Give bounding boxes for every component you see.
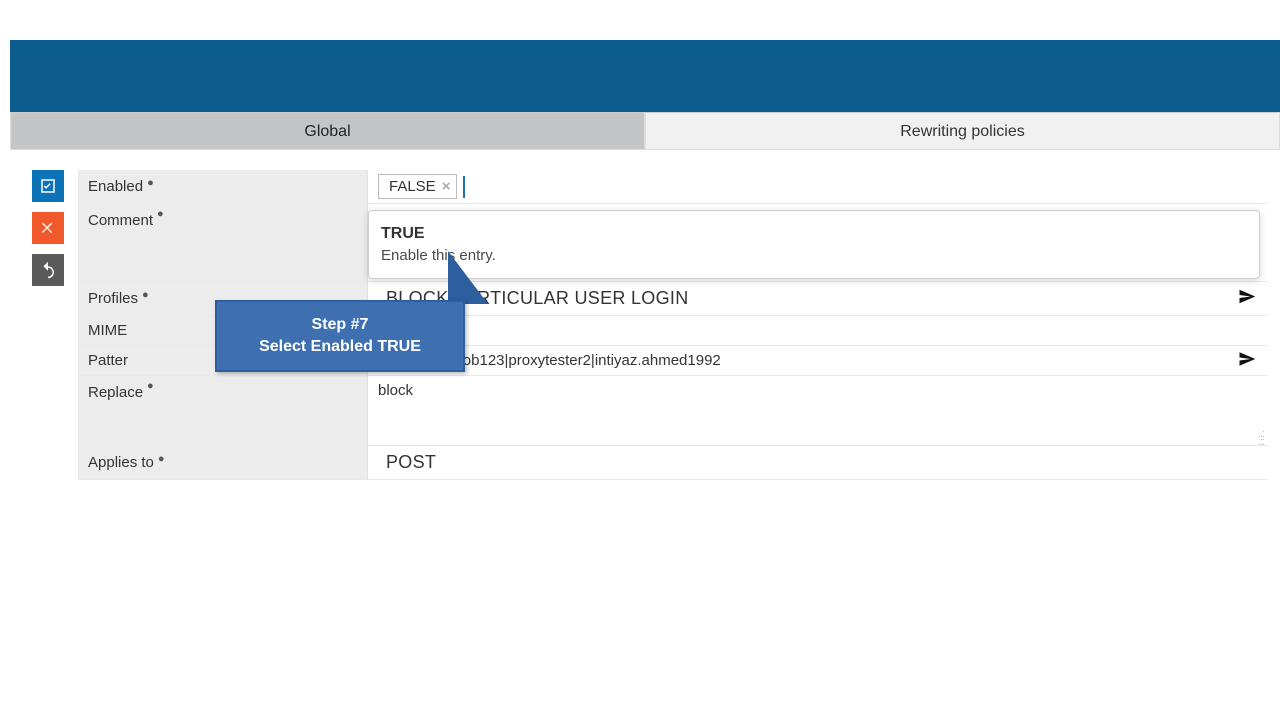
value-replace[interactable]: block ..:.:: bbox=[368, 376, 1268, 448]
row-enabled: Enabled● FALSE × TRUE Enable this entry. bbox=[78, 170, 1268, 204]
callout-arrow bbox=[450, 254, 488, 304]
row-applies-to: Applies to● POST bbox=[78, 446, 1268, 480]
label-comment: Comment● bbox=[78, 204, 368, 281]
token-false[interactable]: FALSE × bbox=[378, 174, 457, 199]
instruction-callout: Step #7 Select Enabled TRUE bbox=[215, 300, 465, 372]
value-profiles[interactable]: BLOCK PARTICULAR USER LOGIN bbox=[368, 282, 1268, 315]
send-icon[interactable] bbox=[1238, 287, 1256, 310]
value-enabled: FALSE × TRUE Enable this entry. bbox=[368, 170, 1268, 203]
info-icon: ● bbox=[158, 453, 165, 465]
value-comment[interactable] bbox=[368, 204, 1268, 281]
row-comment: Comment● bbox=[78, 204, 1268, 282]
label-enabled: Enabled● bbox=[78, 170, 368, 203]
tab-row: Global Rewriting policies bbox=[10, 112, 1280, 150]
tab-global[interactable]: Global bbox=[10, 113, 645, 150]
value-pattern[interactable]: vincent123|bob123|proxytester2|intiyaz.a… bbox=[368, 346, 1268, 375]
info-icon: ● bbox=[142, 289, 149, 301]
label-applies-to: Applies to● bbox=[78, 446, 368, 479]
resize-handle-icon[interactable]: ..:.:: bbox=[1258, 430, 1264, 446]
action-toolbar bbox=[32, 170, 64, 480]
form-area: Enabled● FALSE × TRUE Enable this entry.… bbox=[78, 170, 1268, 480]
callout-line1: Step #7 bbox=[227, 316, 453, 334]
value-applies-to[interactable]: POST bbox=[368, 446, 1268, 479]
row-replace: Replace● block ..:.:: bbox=[78, 376, 1268, 446]
content-area: Enabled● FALSE × TRUE Enable this entry.… bbox=[10, 150, 1280, 480]
delete-icon[interactable] bbox=[32, 212, 64, 244]
undo-icon[interactable] bbox=[32, 254, 64, 286]
token-label: FALSE bbox=[389, 178, 436, 195]
token-remove-icon[interactable]: × bbox=[442, 178, 451, 195]
callout-line2: Select Enabled TRUE bbox=[259, 338, 421, 355]
value-mime[interactable]: Not specified bbox=[368, 316, 1268, 345]
confirm-icon[interactable] bbox=[32, 170, 64, 202]
header-bar bbox=[10, 40, 1280, 112]
label-replace: Replace● bbox=[78, 376, 368, 448]
send-icon[interactable] bbox=[1238, 350, 1256, 372]
tab-rewriting-policies[interactable]: Rewriting policies bbox=[645, 113, 1280, 150]
info-icon: ● bbox=[157, 208, 164, 220]
info-icon: ● bbox=[147, 380, 154, 392]
text-cursor bbox=[463, 176, 465, 198]
info-icon: ● bbox=[147, 177, 154, 189]
